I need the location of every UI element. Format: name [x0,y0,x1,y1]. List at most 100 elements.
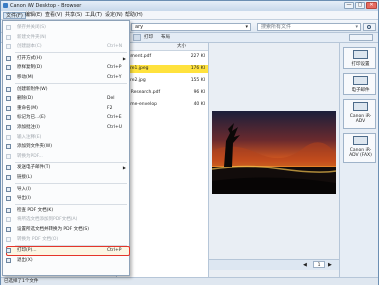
chevron-down-icon: ▾ [245,24,248,30]
menu-item-move[interactable]: 移动(M) Ctrl+Y [3,73,129,82]
minimize-button[interactable]: — [344,2,354,9]
menu-item-set-convert-pdf[interactable]: 设置所选文档并转换为 PDF 文档(S) [3,225,129,234]
chevron-down-icon: ▾ [355,24,358,30]
menu-item-print[interactable]: 打印(P)... Ctrl+P [3,246,129,255]
submenu-arrow-icon: ▶ [122,165,126,171]
open-with-icon [6,55,11,61]
menu-item-shortcut: Del [107,96,115,102]
path-combo[interactable]: ary ▾ [131,23,251,31]
printer-icon [353,102,368,111]
menu-item-link[interactable]: 链接(L) [3,173,129,182]
menu-edit[interactable]: 编辑(E) [23,12,44,19]
export-icon [6,196,11,202]
canon-iradv-tile[interactable]: Canon iR-ADV [343,99,376,129]
menu-item-label: 转换为PDF... [17,153,43,159]
path-value: ary [135,24,144,30]
rename-icon [6,105,11,111]
add-annotation-icon [6,125,11,130]
menu-item-exit[interactable]: 退出(X) [3,256,129,265]
menu-item-duplicate[interactable]: 原样复制(D) Ctrl+P [3,63,129,72]
table-row[interactable]: eppome-envelop 40 KI [117,101,208,109]
search-input[interactable]: 搜索所有文件 ▾ [257,23,361,31]
menu-item-import[interactable]: 导入(I) [3,185,129,194]
menu-item-save-close: 保存并关闭(S) [3,23,129,32]
menu-item-label: 标记为已...(E) [17,115,46,121]
file-size: 40 KI [193,102,205,107]
tile-label: Canon iR-ADV [349,114,372,124]
menu-tools[interactable]: 工具(T) [83,12,104,19]
menu-item-label: 添加到文件夹(W) [17,144,52,150]
menu-item-open-with[interactable]: 打开方式(H) ▶ [3,54,129,63]
menu-item-add-to-folder[interactable]: 添加到文件夹(W) [3,142,129,151]
page-number-input[interactable]: 1 [313,261,325,268]
file-size: 227 KI [190,54,205,59]
app-window: Canon iW Desktop - Browser — ▢ ✕ 文件(F) 编… [0,0,379,285]
prev-page-icon[interactable]: ◀ [303,262,307,268]
menu-item-label: 将所选文档添加到PDF文档(A) [17,217,78,223]
menu-item-add-annotation[interactable]: 添加批注(I) Ctrl+U [3,123,129,132]
title-bar: Canon iW Desktop - Browser — ▢ ✕ [1,1,378,11]
next-page-icon[interactable]: ▶ [328,262,332,268]
save-close-icon [6,25,11,30]
tile-label: 电子邮件 [351,88,370,93]
menu-view[interactable]: 查看(V) [43,12,64,19]
table-row[interactable]: Document.pdf 227 KI [117,53,208,61]
print-settings-tile[interactable]: 打印设置 [343,47,376,69]
view-button[interactable] [133,34,141,41]
menu-item-shortcut: Ctrl+P [107,248,122,254]
menu-item-export[interactable]: 导出(I) [3,194,129,203]
menu-item-delete[interactable]: 删除(D) Del [3,94,129,103]
zoom-button[interactable] [349,34,373,41]
menu-item-new-attachment[interactable]: 创建新附件(W) [3,85,129,94]
menu-item-label: 输入注释(E) [17,134,42,140]
file-list-header: 大小 [117,43,208,51]
menu-item-label: 导出(I) [17,196,31,202]
submenu-arrow-icon: ▶ [122,55,126,61]
print-toolbar-label[interactable]: 打印 [144,34,153,41]
file-size: 155 KI [190,78,205,83]
menu-item-shortcut: F2 [107,105,113,111]
menu-settings[interactable]: 设定(N) [103,12,125,19]
menu-item-label: 创建副本(C) [17,44,42,50]
menu-item-check-pdf[interactable]: 检查 PDF 文档(K) [3,206,129,215]
add-to-pdf-icon [6,217,11,223]
menu-item-send-email[interactable]: 发送电子邮件(T) ▶ [3,163,129,172]
header-size[interactable]: 大小 [177,43,186,51]
maximize-button[interactable]: ▢ [355,2,365,9]
input-note-icon [6,134,11,140]
close-button[interactable]: ✕ [366,2,377,9]
tile-label: 打印设置 [351,62,370,67]
menu-help[interactable]: 帮助(H) [123,12,145,19]
menu-item-shortcut: Ctrl+E [107,115,122,121]
table-row[interactable]: Picture1.jpeg 176 KI [117,65,208,73]
menu-item-label: 添加批注(I) [17,125,40,130]
menu-item-add-to-pdf: 将所选文档添加到PDF文档(A) [3,215,129,224]
menu-item-mark-as[interactable]: 标记为已...(E) Ctrl+E [3,113,129,122]
menu-item-label: 转换为 PDF 文档(O) [17,236,59,242]
file-size: 96 KI [193,90,205,95]
set-convert-pdf-icon [6,227,11,232]
menu-item-label: 原样复制(D) [17,65,42,71]
check-pdf-icon [6,207,11,213]
menu-item-label: 退出(X) [17,257,33,263]
convert-pdf-icon [6,236,11,242]
menu-item-label: 检查 PDF 文档(K) [17,207,54,213]
file-menu-dropdown: 保存并关闭(S) 新建文件夹(N) 创建副本(C) Ctrl+N 打开方式(H) ▶ 原样复… [2,20,130,276]
email-tile[interactable]: 电子邮件 [343,73,376,95]
menu-item-new-folder: 新建文件夹(N) [3,33,129,42]
sunset-preview-image [212,111,336,194]
file-size: 176 KI [190,66,205,71]
menu-share[interactable]: 共享(S) [63,12,84,19]
menu-item-label: 新建文件夹(N) [17,34,47,40]
menu-item-label: 创建新附件(W) [17,86,48,92]
search-button[interactable] [363,23,376,31]
table-row[interactable]: ry of Research.pdf 96 KI [117,89,208,97]
layout-toolbar-label[interactable]: 布局 [161,34,170,41]
menu-item-rename[interactable]: 重命名(M) F2 [3,104,129,113]
menu-item-shortcut: Ctrl+N [107,44,123,50]
table-row[interactable]: Picture2.jpg 155 KI [117,77,208,85]
menu-item-label: 保存并关闭(S) [17,25,46,30]
search-placeholder: 搜索所有文件 [261,24,292,30]
canon-iradv-fax-tile[interactable]: Canon iR-ADV (FAX) [343,133,376,163]
new-attachment-icon [6,86,11,92]
